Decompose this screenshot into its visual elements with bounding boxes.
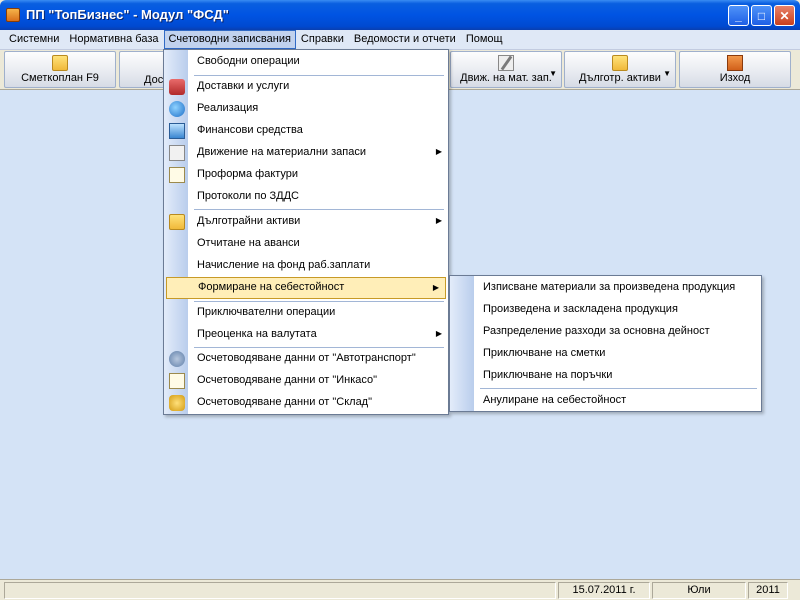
menu-item-deliveries[interactable]: Доставки и услуги	[164, 76, 448, 98]
status-date: 15.07.2011 г.	[558, 582, 650, 599]
submenu-item-cancel-cost[interactable]: Анулиране на себестойност	[450, 390, 761, 412]
deliveries-label: Дос	[144, 74, 164, 86]
fixed-assets-label: Дълготр. активи	[579, 72, 661, 84]
menu-item-free-operations[interactable]: Свободни операции	[164, 51, 448, 73]
menu-item-payroll[interactable]: Начисление на фонд раб.заплати	[164, 255, 448, 277]
exit-icon	[727, 55, 743, 71]
maximize-button[interactable]: □	[751, 5, 772, 26]
submenu-item-close-orders[interactable]: Приключване на поръчки	[450, 365, 761, 387]
folder-icon	[52, 55, 68, 71]
menu-system[interactable]: Системни	[4, 30, 64, 49]
document-icon	[169, 167, 185, 183]
exit-label: Изход	[719, 72, 751, 84]
menu-item-cost-formation[interactable]: Формиране на себестойност ▶	[166, 277, 446, 299]
title-bar: ПП "ТопБизнес" - Модул "ФСД" _ □ ✕	[0, 0, 800, 30]
menu-item-sales[interactable]: Реализация	[164, 98, 448, 120]
material-movement-button[interactable]: Движ. на мат. зап. ▼	[450, 51, 562, 88]
menu-separator	[194, 209, 444, 210]
menu-item-proforma[interactable]: Проформа фактури	[164, 164, 448, 186]
folder-icon	[612, 55, 628, 71]
menu-item-material-movement[interactable]: Движение на материални запаси ▶	[164, 142, 448, 164]
pencil-icon	[169, 145, 185, 161]
menu-help[interactable]: Помощ	[461, 30, 508, 49]
menu-reports[interactable]: Справки	[296, 30, 349, 49]
menu-item-vat-protocols[interactable]: Протоколи по ЗДДС	[164, 186, 448, 208]
globe-icon	[169, 101, 185, 117]
truck-icon	[169, 79, 185, 95]
app-icon[interactable]	[6, 8, 20, 22]
menu-item-finances[interactable]: Финансови средства	[164, 120, 448, 142]
menu-item-closing-operations[interactable]: Приключвателни операции	[164, 302, 448, 324]
menu-bar: Системни Нормативна база Счетоводни запи…	[0, 30, 800, 50]
fixed-assets-button[interactable]: Дълготр. активи ▼	[564, 51, 676, 88]
menu-separator	[480, 388, 757, 389]
menu-item-fixed-assets[interactable]: Дълготрайни активи ▶	[164, 211, 448, 233]
dropdown-arrow-icon: ▼	[549, 69, 557, 78]
menu-item-import-collection[interactable]: Осчетоводяване данни от "Инкасо"	[164, 370, 448, 392]
coins-icon	[169, 395, 185, 411]
dropdown-arrow-icon: ▼	[663, 69, 671, 78]
minimize-button[interactable]: _	[728, 5, 749, 26]
document-icon	[169, 373, 185, 389]
status-month: Юли	[652, 582, 746, 599]
close-button[interactable]: ✕	[774, 5, 795, 26]
sync-arrows-icon	[169, 351, 185, 367]
status-bar: 15.07.2011 г. Юли 2011	[0, 579, 800, 600]
menu-item-import-transport[interactable]: Осчетоводяване данни от "Автотранспорт"	[164, 348, 448, 370]
submenu-arrow-icon: ▶	[435, 216, 442, 225]
menu-accounting-entries[interactable]: Счетоводни записвания	[163, 30, 296, 49]
submenu-item-produced-stored[interactable]: Произведена и заскладена продукция	[450, 299, 761, 321]
exit-button[interactable]: Изход	[679, 51, 791, 88]
menu-item-currency-revaluation[interactable]: Преоценка на валутата ▶	[164, 324, 448, 346]
submenu-arrow-icon: ▶	[435, 329, 442, 338]
deliveries-button[interactable]: Дос	[119, 51, 165, 88]
window-title: ПП "ТопБизнес" - Модул "ФСД"	[26, 7, 229, 22]
calculator-icon	[169, 123, 185, 139]
submenu-item-close-accounts[interactable]: Приключване на сметки	[450, 343, 761, 365]
accounting-entries-menu: Свободни операции Доставки и услуги Реал…	[163, 49, 449, 415]
menu-normative-base[interactable]: Нормативна база	[64, 30, 163, 49]
pencil-icon	[498, 55, 514, 71]
submenu-arrow-icon: ▶	[435, 147, 442, 156]
menu-item-advances[interactable]: Отчитане на аванси	[164, 233, 448, 255]
submenu-item-cost-distribution[interactable]: Разпределение разходи за основна дейност	[450, 321, 761, 343]
folder-icon	[169, 214, 185, 230]
menu-statements[interactable]: Ведомости и отчети	[349, 30, 461, 49]
chart-of-accounts-label: Сметкоплан F9	[21, 72, 99, 84]
chart-of-accounts-button[interactable]: Сметкоплан F9	[4, 51, 116, 88]
cost-formation-submenu: Изписване материали за произведена проду…	[449, 275, 762, 412]
status-year: 2011	[748, 582, 788, 599]
material-movement-label: Движ. на мат. зап.	[460, 72, 552, 84]
submenu-item-materials-writeoff[interactable]: Изписване материали за произведена проду…	[450, 277, 761, 299]
menu-item-import-warehouse[interactable]: Осчетоводяване данни от "Склад"	[164, 392, 448, 414]
status-message	[4, 582, 556, 599]
submenu-arrow-icon: ▶	[432, 283, 439, 292]
